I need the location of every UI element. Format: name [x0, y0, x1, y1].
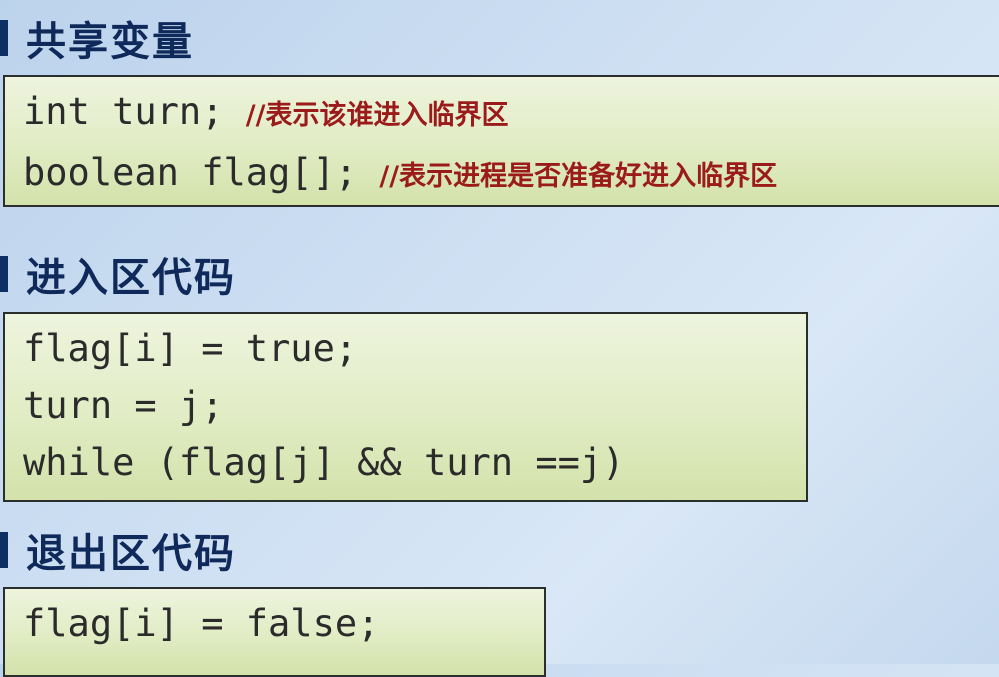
- shared-variables-code-box: int turn; //表示该谁进入临界区 boolean flag[]; //…: [3, 75, 999, 207]
- shared-variables-heading: 共享变量: [0, 10, 194, 66]
- entry-code-title: 进入区代码: [26, 255, 236, 301]
- code-text: boolean flag[];: [23, 151, 358, 194]
- entry-code-box: flag[i] = true; turn = j; while (flag[j]…: [3, 312, 808, 502]
- exit-code-heading: 退出区代码: [0, 522, 236, 578]
- shared-variables-title: 共享变量: [26, 19, 194, 65]
- code-line: turn = j;: [23, 384, 224, 427]
- entry-code-heading: 进入区代码: [0, 246, 236, 302]
- heading-bar: [0, 532, 8, 568]
- heading-bar: [0, 20, 8, 56]
- code-line: while (flag[j] && turn ==j): [23, 441, 625, 484]
- exit-code-title: 退出区代码: [26, 531, 236, 577]
- code-line: int turn; //表示该谁进入临界区: [23, 83, 993, 144]
- code-text: int turn;: [23, 90, 224, 133]
- code-line: flag[i] = false;: [23, 602, 380, 645]
- code-comment: //表示进程是否准备好进入临界区: [379, 161, 778, 192]
- code-line: flag[i] = true;: [23, 327, 358, 370]
- code-line: boolean flag[]; //表示进程是否准备好进入临界区: [23, 144, 993, 205]
- code-comment: //表示该谁进入临界区: [245, 100, 509, 131]
- heading-bar: [0, 256, 8, 292]
